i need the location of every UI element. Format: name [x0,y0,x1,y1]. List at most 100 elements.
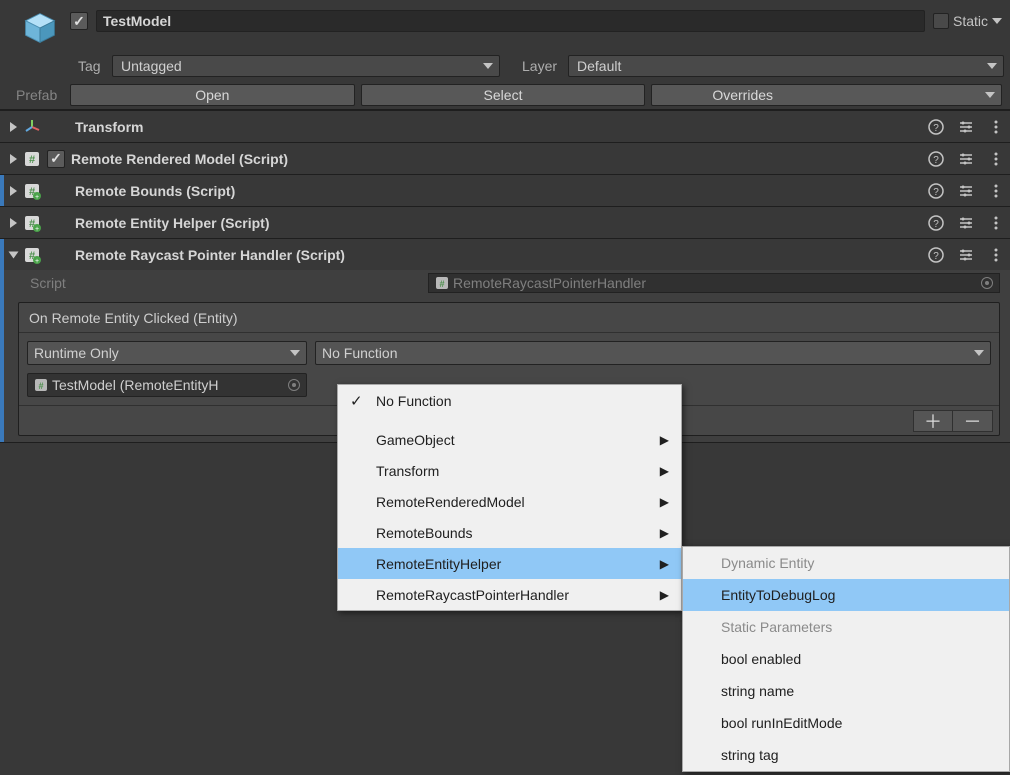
gameobject-cube-icon[interactable] [16,4,64,52]
help-icon[interactable]: ? [928,183,944,199]
submenu-item-entitytodebuglog[interactable]: EntityToDebugLog [683,579,1009,611]
menu-item-label: No Function [376,393,451,409]
menu-item-label: RemoteRaycastPointerHandler [376,587,569,603]
menu-item-label: Transform [376,463,439,479]
preset-icon[interactable] [958,183,974,199]
menu-item-label: string name [721,683,794,699]
kebab-menu-icon[interactable] [988,247,1004,263]
event-target-field[interactable]: # TestModel (RemoteEntityH [27,373,307,397]
submenu-arrow-icon: ▶ [660,433,669,447]
svg-text:#: # [29,154,35,166]
add-listener-button[interactable]: ＋ [913,410,953,432]
remove-listener-button[interactable]: － [953,410,993,432]
tag-value: Untagged [121,58,182,74]
menu-item-no-function[interactable]: ✓ No Function [338,385,681,416]
svg-text:?: ? [933,219,939,230]
submenu-arrow-icon: ▶ [660,588,669,602]
prefab-open-button[interactable]: Open [70,84,355,106]
component-title: Transform [75,119,922,135]
layer-value: Default [577,58,621,74]
prefab-select-button[interactable]: Select [361,84,646,106]
caret-down-icon [974,350,984,356]
script-value: RemoteRaycastPointerHandler [453,275,646,291]
component-remote-entity-helper[interactable]: #+ Remote Entity Helper (Script) ? [0,206,1010,238]
tag-dropdown[interactable]: Untagged [112,55,500,77]
menu-item-transform[interactable]: Transform ▶ [338,455,681,486]
tag-layer-row: Tag Untagged Layer Default [0,52,1010,80]
static-dropdown-icon[interactable] [992,18,1002,24]
prefab-label: Prefab [16,87,64,103]
foldout-icon[interactable] [10,186,17,196]
layer-dropdown[interactable]: Default [568,55,1004,77]
svg-text:#: # [439,279,444,289]
menu-item-gameobject[interactable]: GameObject ▶ [338,424,681,455]
menu-item-remoteentityhelper[interactable]: RemoteEntityHelper ▶ [338,548,681,579]
svg-text:+: + [35,226,39,232]
event-target-value: TestModel (RemoteEntityH [52,377,219,393]
submenu-item-string-tag[interactable]: string tag [683,739,1009,771]
menu-item-label: RemoteBounds [376,525,473,541]
submenu-item-bool-enabled[interactable]: bool enabled [683,643,1009,675]
inspector-header: TestModel Static [0,0,1010,52]
foldout-icon[interactable] [10,154,17,164]
script-new-icon: #+ [23,214,41,232]
script-chip-icon: # [34,378,48,392]
preset-icon[interactable] [958,151,974,167]
kebab-menu-icon[interactable] [988,215,1004,231]
preset-icon[interactable] [958,247,974,263]
preset-icon[interactable] [958,119,974,135]
svg-text:#: # [38,381,43,391]
enable-checkbox[interactable] [47,150,65,168]
transform-icon [23,118,41,136]
svg-text:+: + [35,258,39,264]
component-remote-bounds[interactable]: #+ Remote Bounds (Script) ? [0,174,1010,206]
kebab-menu-icon[interactable] [988,151,1004,167]
component-title: Remote Entity Helper (Script) [75,215,922,231]
submenu-arrow-icon: ▶ [660,557,669,571]
menu-item-label: string tag [721,747,779,763]
prefab-overrides-button[interactable]: Overrides [651,84,1002,106]
script-label: Script [30,275,420,291]
help-icon[interactable]: ? [928,215,944,231]
help-icon[interactable]: ? [928,119,944,135]
help-icon[interactable]: ? [928,247,944,263]
foldout-icon[interactable] [9,251,19,258]
call-state-dropdown[interactable]: Runtime Only [27,341,307,365]
kebab-menu-icon[interactable] [988,119,1004,135]
menu-item-remoteraycast[interactable]: RemoteRaycastPointerHandler ▶ [338,579,681,610]
submenu-arrow-icon: ▶ [660,464,669,478]
preset-icon[interactable] [958,215,974,231]
menu-item-label: RemoteRenderedModel [376,494,525,510]
submenu-arrow-icon: ▶ [660,526,669,540]
menu-item-label: GameObject [376,432,455,448]
component-transform[interactable]: Transform ? [0,110,1010,142]
active-checkbox[interactable] [70,12,88,30]
menu-item-remotebounds[interactable]: RemoteBounds ▶ [338,517,681,548]
component-remote-raycast-pointer-handler[interactable]: #+ Remote Raycast Pointer Handler (Scrip… [0,238,1010,270]
submenu-item-string-name[interactable]: string name [683,675,1009,707]
foldout-icon[interactable] [10,218,17,228]
component-title: Remote Rendered Model (Script) [71,151,922,167]
svg-text:?: ? [933,123,939,134]
script-chip-icon: # [435,276,449,290]
submenu-item-runineditmode[interactable]: bool runInEditMode [683,707,1009,739]
function-popup-menu: ✓ No Function GameObject ▶ Transform ▶ R… [337,384,682,611]
help-icon[interactable]: ? [928,151,944,167]
gameobject-name-input[interactable]: TestModel [96,10,925,32]
menu-item-label: EntityToDebugLog [721,587,835,603]
svg-text:?: ? [933,187,939,198]
component-remote-rendered-model[interactable]: # Remote Rendered Model (Script) ? [0,142,1010,174]
event-header: On Remote Entity Clicked (Entity) [19,303,999,333]
script-field[interactable]: # RemoteRaycastPointerHandler [428,273,1000,293]
component-title: Remote Bounds (Script) [75,183,922,199]
overrides-label: Overrides [712,87,773,103]
function-dropdown[interactable]: No Function [315,341,991,365]
svg-text:+: + [35,194,39,200]
object-picker-icon[interactable] [288,379,300,391]
static-checkbox[interactable] [933,13,949,29]
menu-item-remoterendered[interactable]: RemoteRenderedModel ▶ [338,486,681,517]
foldout-icon[interactable] [10,122,17,132]
object-picker-icon[interactable] [981,277,993,289]
prefab-row: Prefab Open Select Overrides [0,80,1010,110]
kebab-menu-icon[interactable] [988,183,1004,199]
